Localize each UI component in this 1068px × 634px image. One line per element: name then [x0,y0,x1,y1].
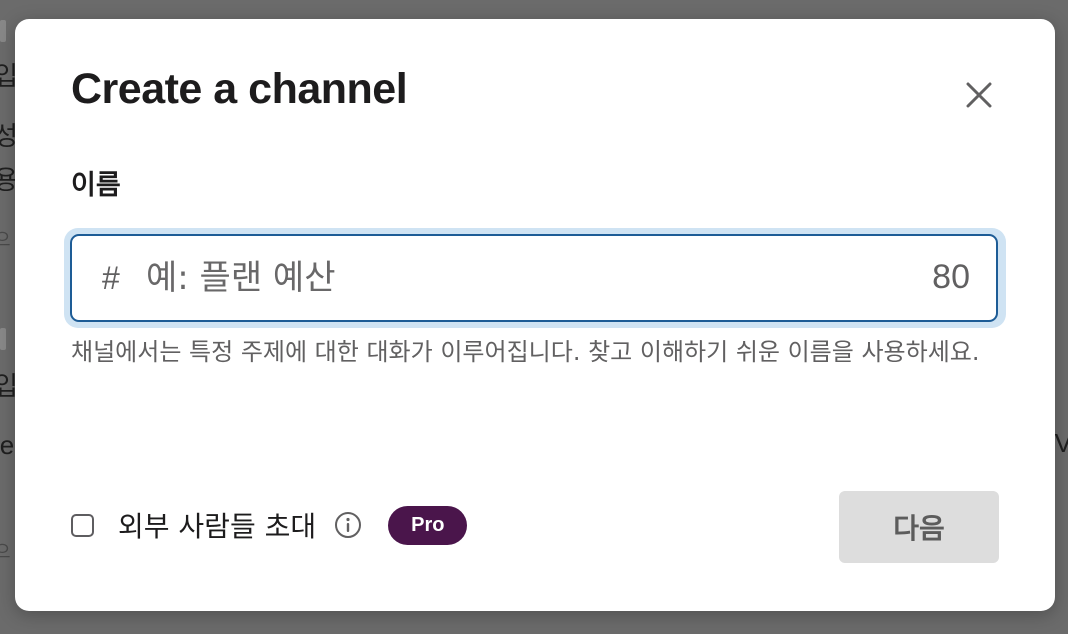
pro-badge: Pro [388,505,468,545]
background-text: I [0,266,1,297]
name-field-label: 이름 [71,170,121,200]
char-counter: 80 [932,258,970,296]
close-button[interactable] [955,77,1003,113]
background-text: 으 [0,230,11,250]
hash-prefix: # [102,260,120,296]
invite-external-row: 외부 사람들 초대 Pro [71,505,468,545]
background-text: V [1054,428,1068,458]
next-button[interactable]: 다음 [839,491,999,563]
invite-external-label[interactable]: 외부 사람들 초대 [118,505,316,545]
channel-name-field[interactable]: # 80 [70,234,998,322]
info-icon-button[interactable] [334,511,362,539]
background-text: , [0,480,1,511]
create-channel-dialog: Create a channel 이름 # 80 채널에서는 특정 주제에 대한… [15,19,1055,611]
help-text: 채널에서는 특정 주제에 대한 대화가 이루어집니다. 찾고 이해하기 쉬운 이… [71,338,980,366]
dialog-title: Create a channel [71,65,408,113]
background-text: le [0,430,15,460]
background-text: 으 [0,542,11,562]
info-icon [335,512,362,538]
invite-external-checkbox[interactable] [71,513,94,537]
background-chip [0,20,6,42]
background-chip [0,328,6,350]
close-icon [966,82,992,108]
channel-name-input[interactable] [146,246,886,310]
